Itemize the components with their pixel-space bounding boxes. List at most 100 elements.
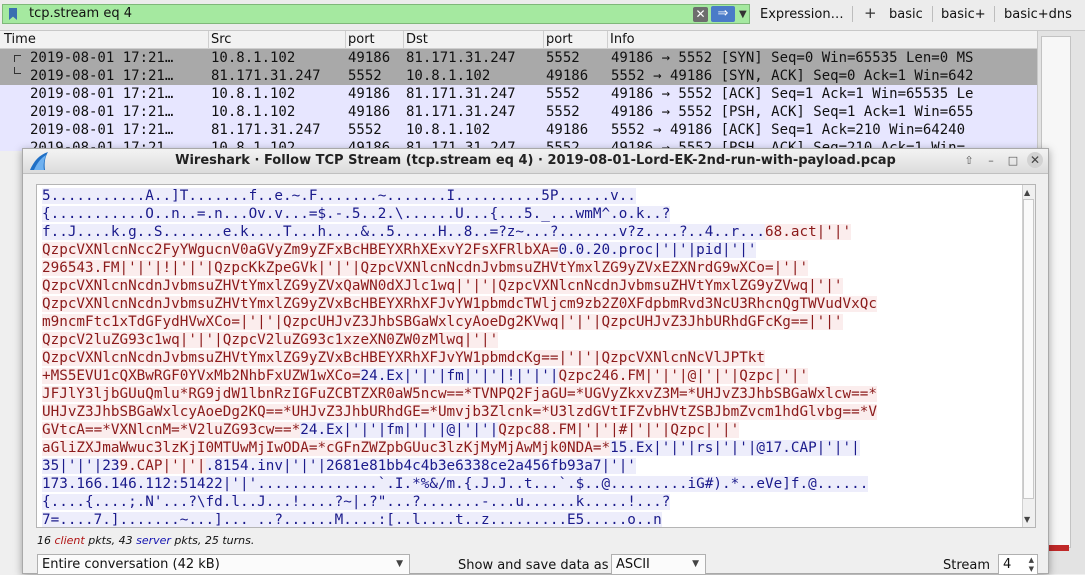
cell-info: 49186 → 5552 [PSH, ACK] Seq=1 Ack=1 Win=…	[611, 104, 974, 120]
stream-line: m9ncmFtc1xTdGFydHVwXCo=|'|'|QzpcUHJvZ3Jh…	[42, 313, 1017, 331]
column-header-time[interactable]: Time	[4, 32, 36, 47]
cell-info: 5552 → 49186 [SYN, ACK] Seq=0 Ack=1 Win=…	[611, 68, 974, 84]
column-separator[interactable]	[345, 31, 346, 48]
maximize-icon[interactable]: □	[1005, 153, 1021, 169]
stream-line: QzpcV2luZG93c1wq|'|'|QzpcV2luZG93c1xzeXN…	[42, 331, 1017, 349]
client-data-segment: UHJvZ3JhbSBGaWxlcyAoeDg2KQ==*UHJvZ3JhbUR…	[42, 404, 877, 420]
display-filter-toolbar: tcp.stream eq 4 ✕ ⇒ ▼ Expression… + basi…	[0, 0, 1085, 31]
cell-time: 2019-08-01 17:21…	[30, 122, 174, 138]
server-data-segment: 35|'|'|23	[42, 458, 120, 474]
stream-line: QzpcVXNlcnNcdnJvbmsuZHVtYmxlZG9yZVxBcHBE…	[42, 349, 1017, 367]
clear-filter-icon[interactable]: ✕	[693, 7, 708, 22]
cell-info: 5552 → 49186 [ACK] Seq=1 Ack=210 Win=642…	[611, 122, 966, 138]
cell-src: 10.8.1.102	[211, 50, 296, 66]
cell-dport: 49186	[546, 122, 589, 138]
client-data-segment: 68.act|'|'	[765, 224, 852, 240]
packet-list-header: Time Src port Dst port Info	[0, 31, 1037, 49]
column-header-dst-port[interactable]: port	[546, 32, 573, 47]
server-data-segment: 24.Ex|'|'|fm|'|'|!|'|'|	[360, 368, 559, 384]
conversation-select-value: Entire conversation (42 kB)	[42, 557, 220, 572]
toolbar-separator	[932, 6, 933, 22]
client-data-segment: Qzpc246.FM|'|'|@|'|'|Qzpc|'|'	[558, 368, 809, 384]
client-data-segment: Qzpc88.FM|'|'|#|'|'|Qzpc|'|'	[498, 422, 740, 438]
cell-sport: 49186	[348, 86, 391, 102]
close-icon[interactable]: ✕	[1027, 152, 1043, 168]
stream-line: 7=....7.].......~...]..._..?......M....:…	[42, 511, 1017, 527]
filter-history-dropdown-icon[interactable]: ▼	[739, 9, 747, 20]
related-packet-marker-icon	[14, 55, 21, 62]
cell-dst: 81.171.31.247	[406, 104, 516, 120]
keep-above-icon[interactable]: ⇧	[961, 153, 977, 169]
minimap-marker	[1049, 545, 1069, 551]
server-data-segment: 173.166.146.112:51422|'|'	[42, 476, 258, 492]
packet-row[interactable]: 2019-08-01 17:21… 81.171.31.247 5552 10.8.1…	[0, 67, 1037, 85]
expression-button[interactable]: Expression…	[760, 7, 844, 22]
bookmark-icon[interactable]	[9, 8, 17, 20]
scroll-up-arrow-icon[interactable]: ▲	[1024, 188, 1030, 197]
packet-row[interactable]: 2019-08-01 17:21… 10.8.1.102 49186 81.171.3…	[0, 103, 1037, 121]
spin-down-icon[interactable]: ▼	[1029, 565, 1034, 573]
stream-line: f..J....k.g..S.......e.k....T...h....&..…	[42, 223, 1017, 241]
column-separator[interactable]	[543, 31, 544, 48]
filter-text[interactable]: tcp.stream eq 4	[29, 6, 132, 21]
cell-src: 10.8.1.102	[211, 104, 296, 120]
chevron-down-icon: ▼	[396, 559, 403, 569]
cell-dport: 5552	[546, 86, 580, 102]
client-data-segment: 296543.FM|'|'|!|'|'|QzpcKkZpeGVk|'|'|Qzp…	[42, 260, 809, 276]
column-separator[interactable]	[208, 31, 209, 48]
column-header-dst[interactable]: Dst	[406, 32, 428, 47]
server-packet-count: 43	[118, 534, 133, 547]
column-header-src[interactable]: Src	[211, 32, 231, 47]
stream-line: {...........O..n..=.n...Ov.v...=$.-.5..2…	[42, 205, 1017, 223]
cell-dport: 5552	[546, 104, 580, 120]
client-data-segment: GVtcA==*VXNlcnM=*V2luZG93cw==*	[42, 422, 301, 438]
stream-line: 5...........A..]T.......f..e.~.F.......~…	[42, 187, 1017, 205]
server-data-segment: 24.Ex|'|'|fm|'|'|@|'|'|	[300, 422, 499, 438]
server-data-segment: .8154.inv|'|'|2681e81bb4c4b3e6338ce2a456…	[205, 458, 636, 474]
display-filter-input[interactable]: tcp.stream eq 4 ✕ ⇒	[2, 4, 750, 24]
stream-number-spinbox[interactable]: 4 ▲ ▼	[998, 554, 1038, 575]
cell-info: 49186 → 5552 [SYN] Seq=0 Win=65535 Len=0…	[611, 50, 974, 66]
chevron-down-icon: ▼	[692, 559, 699, 569]
packet-list[interactable]: Time Src port Dst port Info 2019-08-01 1…	[0, 31, 1037, 151]
column-header-src-port[interactable]: port	[348, 32, 375, 47]
scroll-down-arrow-icon[interactable]: ▼	[1024, 515, 1030, 524]
stream-line: aGliZXJmaWwuc3lzKjI0MTUwMjIwODA=*cGFnZWZ…	[42, 439, 1017, 457]
column-separator[interactable]	[403, 31, 404, 48]
minimize-icon[interactable]: –	[983, 153, 999, 169]
stream-line: QzpcVXNlcnNcdnJvbmsuZHVtYmxlZG9yZVxQaWN0…	[42, 277, 1017, 295]
filter-button-basic-plus[interactable]: basic+	[941, 7, 986, 22]
server-data-segment: f..J....k.g..S.......e.k....T...h....&..…	[42, 224, 766, 240]
dialog-title: Wireshark · Follow TCP Stream (tcp.strea…	[175, 153, 896, 168]
stream-line: QzpcVXNlcnNcdnJvbmsuZHVtYmxlZG9yZVxBcHBE…	[42, 295, 1017, 313]
data-format-select[interactable]: ASCII ▼	[611, 554, 706, 575]
client-data-segment: QzpcVXNlcnNcdnJvbmsuZHVtYmxlZG9yZVxBcHBE…	[42, 296, 877, 312]
stream-line: {....{....;.N'...?\fd.l..J...!....?~|.?"…	[42, 493, 1017, 511]
spin-up-icon[interactable]: ▲	[1029, 556, 1034, 564]
server-data-segment: 15.Ex|'|'|rs|'|'|@17.CAP|'|'|	[610, 440, 860, 456]
data-format-value: ASCII	[616, 557, 650, 572]
client-data-segment: QzpcVXNlcnNcc2FyYWgucnV0aGVyZm9yZFxBcHBE…	[42, 242, 559, 258]
dialog-titlebar[interactable]: Wireshark · Follow TCP Stream (tcp.strea…	[23, 149, 1048, 174]
packet-row[interactable]: 2019-08-01 17:21… 10.8.1.102 49186 81.171.3…	[0, 49, 1037, 67]
stream-content-pane[interactable]: 5...........A..]T.......f..e.~.F.......~…	[36, 184, 1036, 528]
packet-row[interactable]: 2019-08-01 17:21… 81.171.31.247 5552 10.8.1…	[0, 121, 1037, 139]
client-packet-count: 16	[37, 534, 51, 547]
column-header-info[interactable]: Info	[610, 32, 635, 47]
packet-row[interactable]: 2019-08-01 17:21… 10.8.1.102 49186 81.171.3…	[0, 85, 1037, 103]
conversation-select[interactable]: Entire conversation (42 kB) ▼	[37, 554, 410, 575]
stream-line: +MS5EVU1cQXBwRGF0YVxMb2NhbFxUZW1wXCo=24.…	[42, 367, 1017, 385]
apply-filter-icon[interactable]: ⇒	[711, 6, 735, 22]
column-separator[interactable]	[607, 31, 608, 48]
cell-time: 2019-08-01 17:21…	[30, 104, 174, 120]
add-filter-button-icon[interactable]: +	[864, 4, 877, 22]
stream-scrollbar-thumb[interactable]	[1023, 199, 1034, 499]
stats-separator: pkts,	[84, 534, 119, 547]
cell-dst: 81.171.31.247	[406, 86, 516, 102]
stream-content-text[interactable]: 5...........A..]T.......f..e.~.F.......~…	[42, 187, 1017, 527]
server-data-segment: 5...........A..]T.......f..e.~.F.......~…	[42, 188, 636, 204]
filter-button-basic-dns[interactable]: basic+dns	[1004, 7, 1072, 22]
filter-button-basic[interactable]: basic	[889, 7, 923, 22]
stream-number-value[interactable]: 4	[1003, 557, 1011, 572]
toolbar-separator	[994, 6, 995, 22]
